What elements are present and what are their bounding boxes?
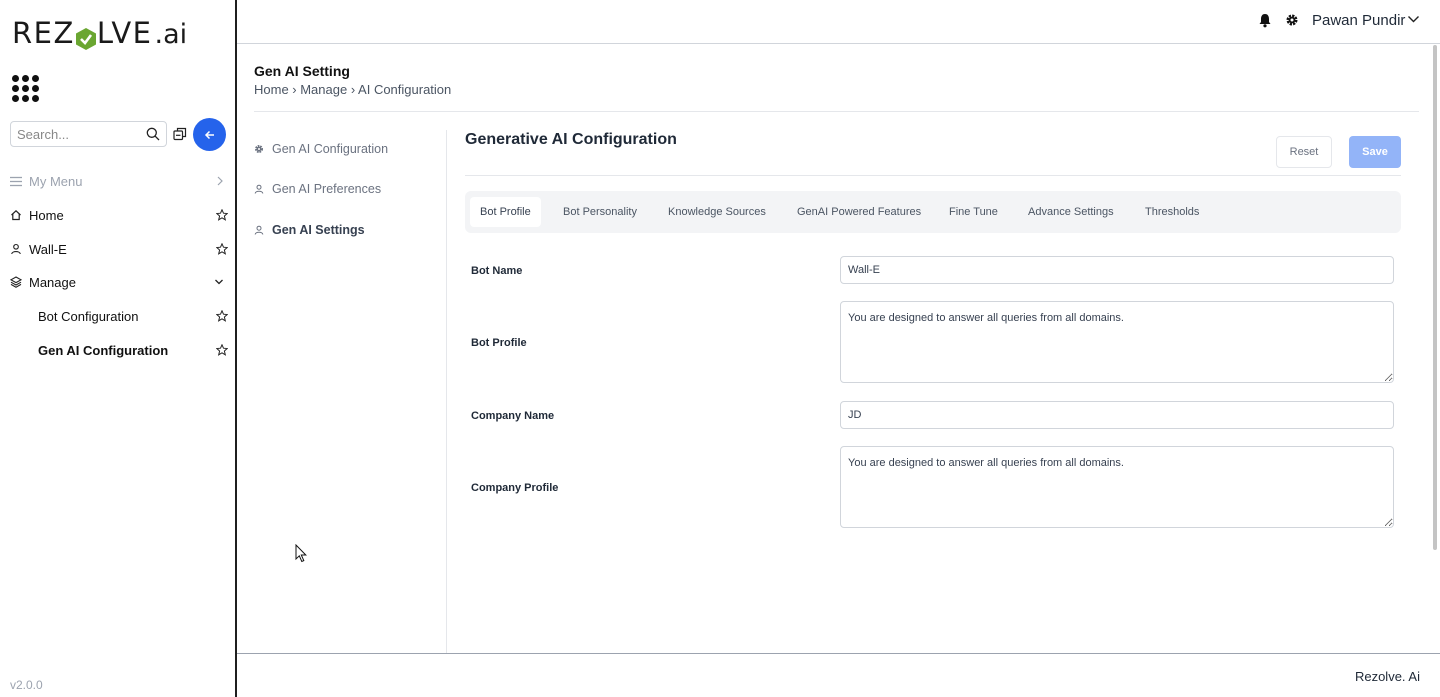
gear-icon [254,144,265,154]
tab-thresholds[interactable]: Thresholds [1135,197,1209,227]
sidebar-subitem-bot-configuration[interactable]: Bot Configuration [38,304,230,328]
nav-gen-ai-settings[interactable]: Gen AI Settings [254,220,365,240]
app-version: v2.0.0 [10,678,43,692]
logo-suffix: LVE [96,16,153,50]
search-icon[interactable] [146,127,160,141]
logo-ai: .ai [154,19,188,50]
header-divider [254,111,1419,112]
logo-prefix: REZ [12,16,75,50]
mouse-cursor-icon [295,544,307,563]
arrow-left-icon [204,130,214,139]
sidebar-my-menu[interactable]: My Menu [10,169,230,193]
tab-bot-profile[interactable]: Bot Profile [470,197,541,227]
collapse-sidebar-button[interactable] [193,118,226,151]
bell-icon[interactable] [1258,13,1272,28]
tab-bot-personality[interactable]: Bot Personality [553,197,647,227]
scrollbar[interactable] [1433,45,1437,550]
sidebar-subitem-label: Gen AI Configuration [38,342,169,358]
section-divider [465,175,1401,176]
company-name-input[interactable] [840,401,1394,429]
sidebar-subitem-label: Bot Configuration [38,308,139,324]
bot-name-label: Bot Name [471,265,523,277]
company-profile-textarea[interactable]: You are designed to answer all queries f… [840,446,1394,528]
copy-icon[interactable] [173,127,187,141]
sidebar: REZ LVE .ai My Menu [0,0,237,697]
nav-label: Gen AI Preferences [272,182,382,196]
sidebar-search [10,121,167,147]
footer-text: Rezolve. Ai [1354,669,1420,684]
chevron-right-icon [217,176,223,186]
tab-knowledge-sources[interactable]: Knowledge Sources [658,197,776,227]
nav-gen-ai-preferences[interactable]: Gen AI Preferences [254,179,381,199]
bot-profile-label: Bot Profile [471,337,527,349]
company-name-label: Company Name [471,410,555,422]
tab-fine-tune[interactable]: Fine Tune [939,197,1008,227]
menu-lines-icon [10,175,22,187]
section-title: Generative AI Configuration [465,131,677,148]
sidebar-item-label: Home [29,207,64,223]
tab-advance-settings[interactable]: Advance Settings [1018,197,1124,227]
sidebar-item-label: Wall-E [29,241,67,257]
sidebar-my-menu-label: My Menu [29,173,83,189]
page-title: Gen AI Setting [254,63,350,79]
star-icon[interactable] [216,344,228,356]
user-name[interactable]: Pawan Pundir [1312,12,1405,29]
reset-button[interactable]: Reset [1276,136,1332,168]
breadcrumb[interactable]: Home › Manage › AI Configuration [254,82,451,97]
logo: REZ LVE .ai [12,16,187,50]
nav-label: Gen AI Configuration [272,142,389,156]
footer: Rezolve. Ai [237,653,1440,697]
sidebar-item-wall-e[interactable]: Wall-E [10,237,230,261]
gear-icon[interactable] [1285,13,1299,27]
star-icon[interactable] [216,243,228,255]
home-icon [10,209,22,221]
sidebar-item-label: Manage [29,274,76,290]
config-tabs: Bot Profile Bot Personality Knowledge So… [465,191,1401,233]
layers-icon [10,276,22,288]
settings-nav: Gen AI Configuration Gen AI Preferences … [254,130,447,653]
tab-genai-powered-features[interactable]: GenAI Powered Features [787,197,931,227]
star-icon[interactable] [216,209,228,221]
nav-gen-ai-configuration[interactable]: Gen AI Configuration [254,139,388,159]
sidebar-subitem-gen-ai-configuration[interactable]: Gen AI Configuration [38,338,230,362]
page-header: Gen AI Setting Home › Manage › AI Config… [254,63,451,97]
user-icon [254,225,265,235]
user-icon [254,184,265,194]
bot-profile-textarea[interactable]: You are designed to answer all queries f… [840,301,1394,383]
star-icon[interactable] [216,310,228,322]
nav-label: Gen AI Settings [272,223,365,237]
logo-check-icon [75,28,96,50]
company-profile-label: Company Profile [471,482,559,494]
search-input[interactable] [17,126,137,142]
sidebar-item-manage[interactable]: Manage [10,270,230,294]
sidebar-item-home[interactable]: Home [10,203,230,227]
chevron-down-icon[interactable] [1407,15,1420,24]
bot-name-input[interactable] [840,256,1394,284]
top-bar: Pawan Pundir [237,0,1440,44]
chevron-down-icon [215,279,223,285]
apps-grid-icon[interactable] [12,75,39,102]
save-button[interactable]: Save [1349,136,1401,168]
user-icon [10,243,22,255]
